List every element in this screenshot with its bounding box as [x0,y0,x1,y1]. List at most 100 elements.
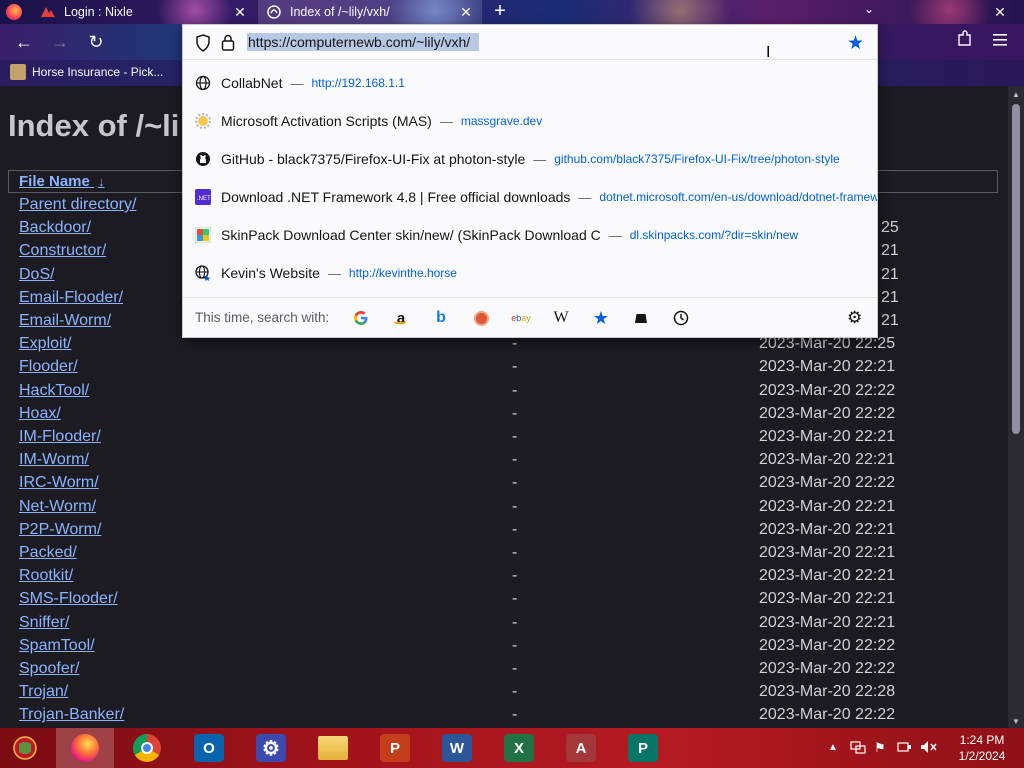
bing-search-icon[interactable]: b [431,308,451,328]
directory-link[interactable]: Email-Worm/ [19,312,111,330]
table-row: Rootkit/ - 2023-Mar-20 22:21 [9,566,999,589]
directory-link[interactable]: SpamTool/ [19,637,95,655]
file-size: - [512,590,518,608]
directory-link[interactable]: DoS/ [19,266,55,284]
scrollbar-thumb[interactable] [1012,104,1020,434]
suggestion-url: http://kevinthe.horse [348,266,457,280]
bookmark-label: Horse Insurance - Pick... [32,65,164,79]
table-row: SMS-Flooder/ - 2023-Mar-20 22:21 [9,589,999,612]
clock-date: 1/2/2024 [958,749,1006,763]
duckduckgo-search-icon[interactable] [471,308,491,328]
sort-arrow-icon: ↓ [98,174,105,189]
directory-link[interactable]: Sniffer/ [19,614,69,632]
url-suggestion[interactable]: .NET Download .NET Framework 4.8 | Free o… [183,178,877,216]
directory-link[interactable]: Hoax/ [19,405,61,423]
show-hidden-icons-icon[interactable]: ▲ [828,742,838,753]
directory-link[interactable]: Trojan-Banker/ [19,706,124,724]
scroll-up-icon[interactable]: ▲ [1011,90,1021,99]
modified-date: 2023-Mar-20 22:22 [759,660,896,677]
volume-muted-icon[interactable] [920,740,938,757]
dotnet-icon: .NET [195,189,211,205]
bookmark-star-icon[interactable]: ★ [847,32,864,55]
history-search-icon[interactable] [671,308,691,328]
close-tab-icon[interactable]: ✕ [232,4,248,21]
new-tab-button[interactable]: + [488,0,512,24]
close-tab-icon[interactable]: ✕ [458,4,474,21]
suggestion-separator: — [327,265,341,281]
directory-link[interactable]: Flooder/ [19,358,78,376]
tab-login-nixle[interactable]: Login : Nixle ✕ [32,0,256,24]
firefox-icon [71,734,99,762]
directory-link[interactable]: Constructor/ [19,242,106,260]
directory-link[interactable]: Trojan/ [19,683,68,701]
file-size: - [512,567,518,585]
start-button[interactable] [0,728,50,768]
mas-favicon [195,113,211,129]
table-row: Packed/ - 2023-Mar-20 22:21 [9,543,999,566]
directory-link[interactable]: P2P-Worm/ [19,521,101,539]
directory-link[interactable]: Parent directory/ [19,196,136,214]
back-button[interactable]: ← [12,30,36,54]
tab-index-of-lily[interactable]: Index of /~lily/vxh/ ✕ [258,0,482,24]
taskbar-publisher[interactable]: P [614,728,672,768]
network-icon[interactable] [850,740,866,757]
url-suggestion[interactable]: GitHub - black7375/Firefox-UI-Fix at pho… [183,140,877,178]
wikipedia-search-icon[interactable]: W [551,308,571,328]
list-all-tabs-icon[interactable]: ⌄ [864,2,874,16]
url-suggestion[interactable]: SkinPack Download Center skin/new/ (Skin… [183,216,877,254]
url-suggestion[interactable]: Microsoft Activation Scripts (MAS) — massg… [183,102,877,140]
tracking-protection-shield-icon[interactable] [195,34,211,57]
bookmarks-search-icon[interactable]: ★ [591,308,611,328]
forward-button[interactable]: → [48,30,72,54]
page-scrollbar[interactable]: ▲ ▼ [1008,86,1024,728]
directory-link[interactable]: Email-Flooder/ [19,289,123,307]
taskbar-file-explorer[interactable] [304,728,362,768]
app-menu-icon[interactable] [992,32,1008,52]
power-icon[interactable] [897,740,913,757]
directory-link[interactable]: Backdoor/ [19,219,91,237]
taskbar-word[interactable]: W [428,728,486,768]
directory-link[interactable]: Rootkit/ [19,567,73,585]
table-row: Flooder/ - 2023-Mar-20 22:21 [9,357,999,380]
taskbar-firefox[interactable] [56,728,114,768]
word-icon: W [442,734,472,762]
reload-button[interactable]: ↻ [84,30,108,54]
amazon-search-icon[interactable]: a [391,308,411,328]
directory-link[interactable]: HackTool/ [19,382,89,400]
directory-link[interactable]: IRC-Worm/ [19,474,99,492]
lock-icon[interactable] [221,34,235,56]
search-settings-gear-icon[interactable]: ⚙ [847,308,862,328]
directory-link[interactable]: IM-Worm/ [19,451,89,469]
ebay-search-icon[interactable]: ebay [511,308,531,328]
chrome-icon [133,734,161,762]
tabs-search-icon[interactable] [631,308,651,328]
url-suggestion[interactable]: Kevin's Website — http://kevinthe.horse [183,254,877,292]
directory-link[interactable]: Exploit/ [19,335,71,353]
scroll-down-icon[interactable]: ▼ [1011,717,1021,726]
directory-link[interactable]: Net-Worm/ [19,498,96,516]
url-input[interactable] [247,33,479,51]
modified-date: 21 [881,312,899,329]
taskbar-access[interactable]: A [552,728,610,768]
taskbar-excel[interactable]: X [490,728,548,768]
window-close-button[interactable]: ✕ [988,0,1012,24]
firefox-menu-icon[interactable] [6,4,22,20]
taskbar-settings[interactable]: ⚙ [242,728,300,768]
url-suggestion[interactable]: CollabNet — http://192.168.1.1 [183,64,877,102]
taskbar-powerpoint[interactable]: P [366,728,424,768]
directory-link[interactable]: SMS-Flooder/ [19,590,118,608]
bookmark-horse-insurance[interactable]: Horse Insurance - Pick... [10,64,163,80]
modified-date: 21 [881,242,899,260]
taskbar-outlook[interactable]: O [180,728,238,768]
system-clock[interactable]: 1:24 PM 1/2/2024 [956,732,1008,764]
action-center-flag-icon[interactable]: ⚑ [874,740,886,756]
extensions-icon[interactable] [955,30,973,53]
directory-link[interactable]: Spoofer/ [19,660,79,678]
taskbar-chrome[interactable] [118,728,176,768]
urlbar-dropdown: ★ CollabNet — http://192.168.1.1 Microsoft … [182,24,878,338]
directory-link[interactable]: IM-Flooder/ [19,428,101,446]
directory-link[interactable]: Packed/ [19,544,77,562]
google-search-icon[interactable] [351,308,371,328]
sort-by-name-link[interactable]: File Name ↓ [19,173,105,190]
modified-date: 21 [881,265,899,283]
